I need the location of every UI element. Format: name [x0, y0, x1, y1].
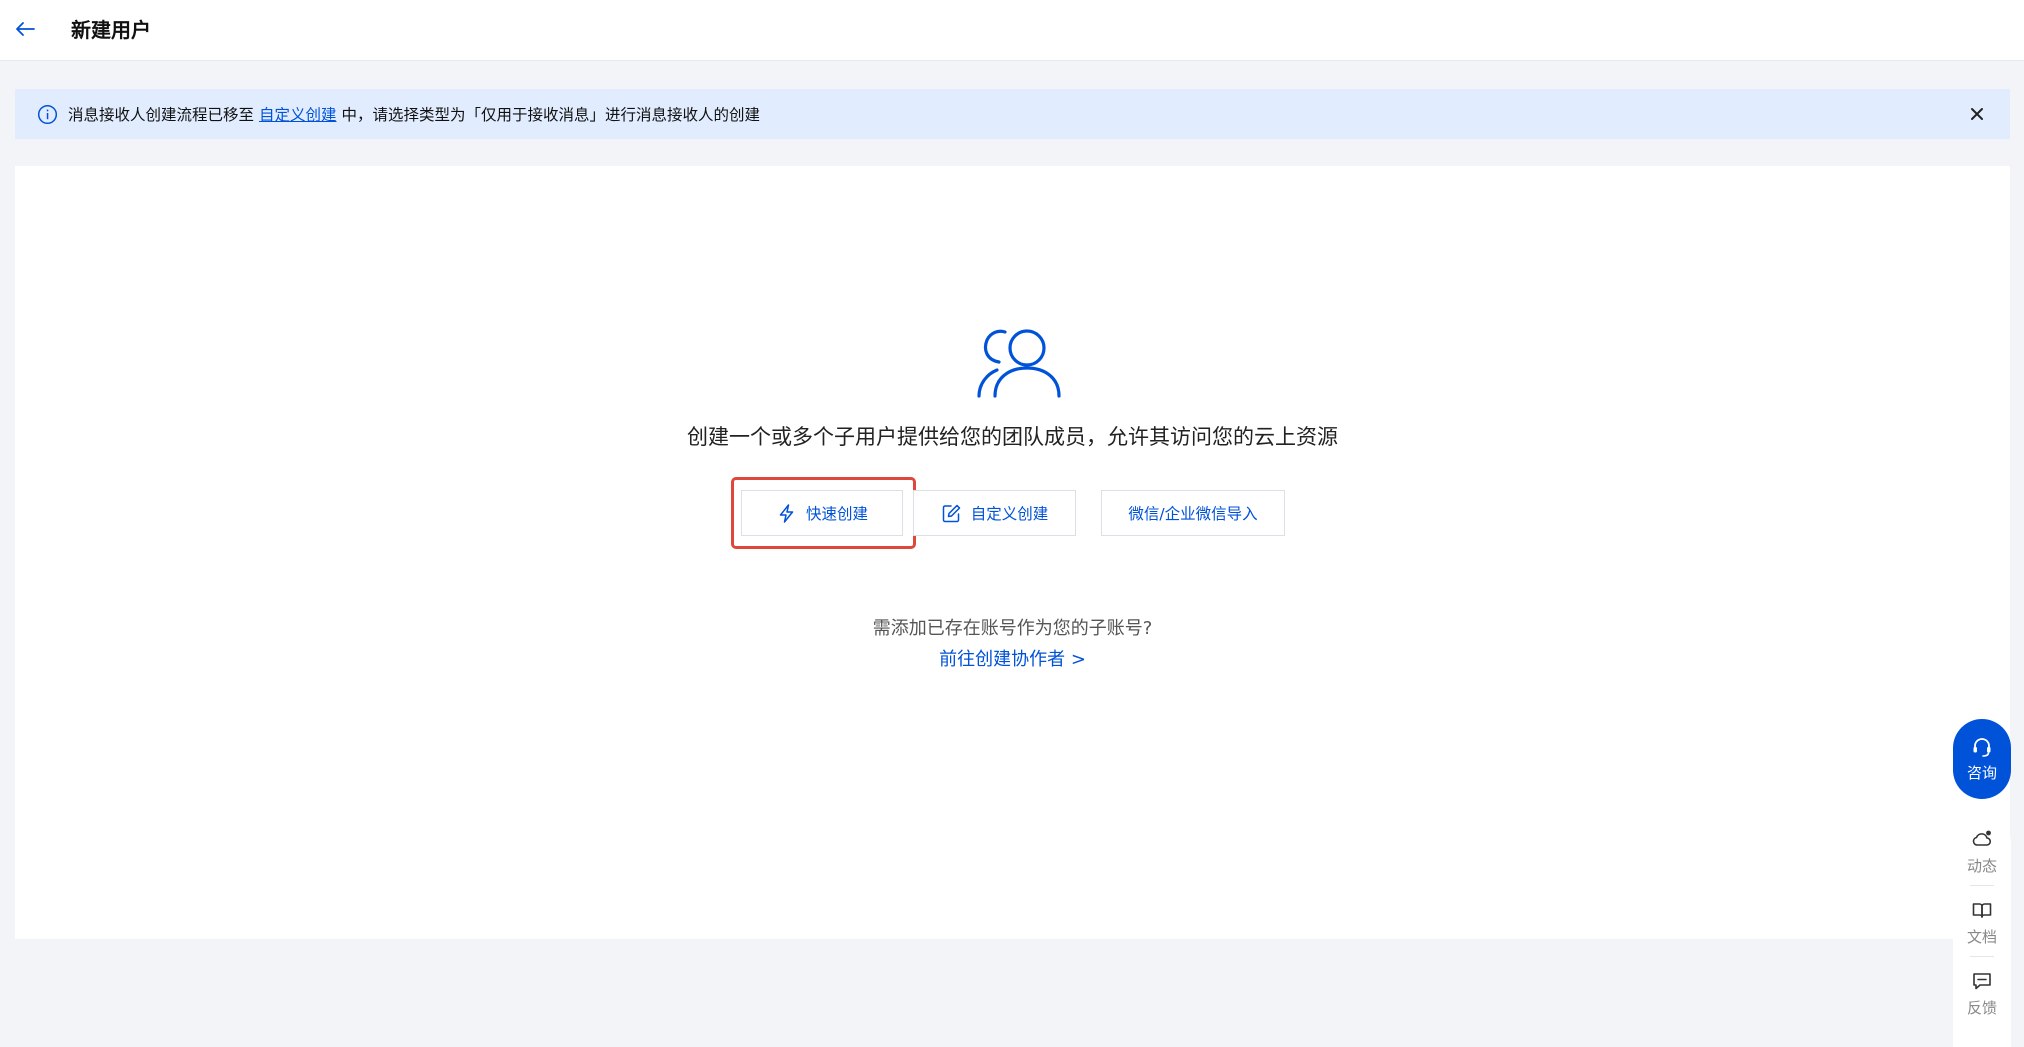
side-item-feedback[interactable]: 反馈 [1953, 970, 2011, 1018]
side-toolbar: 动态 文档 反馈 [1953, 815, 2011, 1047]
headline: 创建一个或多个子用户提供给您的团队成员，允许其访问您的云上资源 [687, 425, 1338, 449]
consult-button[interactable]: 咨询 [1953, 719, 2011, 799]
main-card: 创建一个或多个子用户提供给您的团队成员，允许其访问您的云上资源 快速创建 自定义… [15, 166, 2010, 939]
page-title: 新建用户 [71, 18, 151, 42]
side-docs-label: 文档 [1966, 928, 1997, 946]
wechat-import-label: 微信/企业微信导入 [1128, 505, 1258, 523]
cloud-notification-icon [1972, 830, 1992, 846]
info-icon [37, 104, 58, 124]
quick-create-label: 快速创建 [805, 505, 868, 523]
create-collaborator-link[interactable]: 前往创建协作者 > [15, 647, 2010, 673]
top-bar: 新建用户 [0, 0, 2024, 61]
book-icon [1972, 903, 1992, 918]
consult-label: 咨询 [1966, 763, 1997, 782]
info-notice: 消息接收人创建流程已移至 自定义创建 中，请选择类型为「仅用于接收消息」进行消息… [15, 89, 2010, 139]
side-divider [1970, 885, 1994, 886]
close-icon[interactable] [1966, 103, 1988, 125]
feedback-icon [1973, 973, 1991, 990]
existing-account-question: 需添加已存在账号作为您的子账号? [872, 618, 1153, 639]
side-divider [1970, 956, 1994, 957]
headset-icon [1973, 737, 1991, 757]
side-item-docs[interactable]: 文档 [1953, 899, 2011, 947]
notice-text-before: 消息接收人创建流程已移至 [68, 106, 255, 124]
notice-custom-create-link[interactable]: 自定义创建 [259, 103, 337, 125]
custom-create-label: 自定义创建 [970, 505, 1049, 523]
wechat-import-button[interactable]: 微信/企业微信导入 [1101, 490, 1285, 536]
lightning-icon [779, 503, 794, 523]
edit-icon [942, 504, 960, 522]
arrow-left-icon[interactable] [14, 18, 36, 40]
side-feedback-label: 反馈 [1966, 999, 1997, 1017]
users-icon [977, 329, 1061, 398]
notice-text-after: 中，请选择类型为「仅用于接收消息」进行消息接收人的创建 [341, 106, 761, 124]
side-dynamics-label: 动态 [1966, 857, 1997, 875]
custom-create-button[interactable]: 自定义创建 [913, 490, 1076, 536]
side-item-dynamics[interactable]: 动态 [1953, 828, 2011, 876]
quick-create-button[interactable]: 快速创建 [741, 490, 903, 536]
